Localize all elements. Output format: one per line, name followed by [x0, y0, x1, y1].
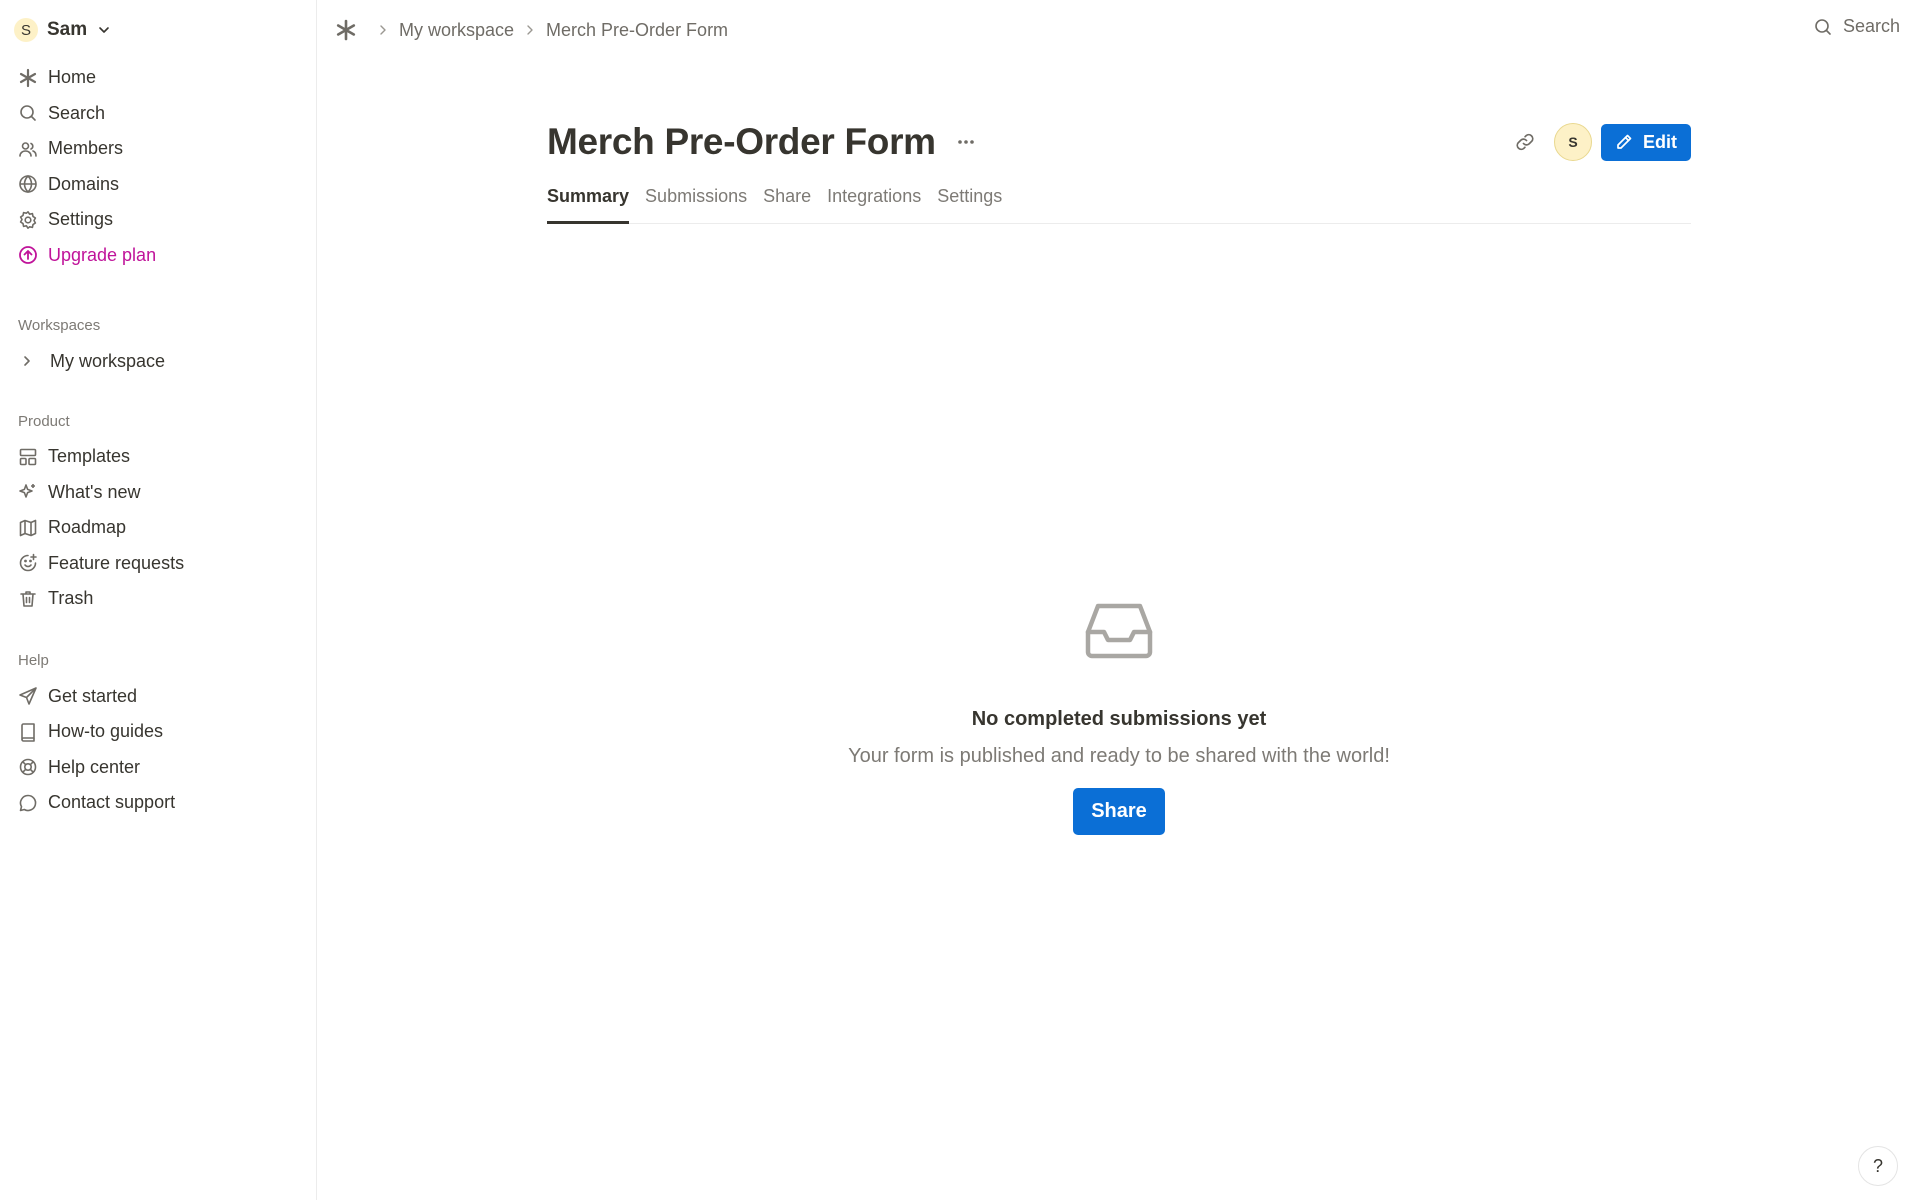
sidebar-item-whats-new[interactable]: What's new	[0, 475, 316, 511]
search-icon	[1815, 18, 1831, 35]
page-content: Merch Pre-Order Form S Edit Summary Subm…	[547, 118, 1691, 224]
book-icon	[18, 722, 38, 742]
sidebar-item-how-to-guides[interactable]: How-to guides	[0, 714, 316, 750]
sidebar-item-contact-support[interactable]: Contact support	[0, 785, 316, 821]
sidebar-item-label: What's new	[48, 481, 141, 502]
search-icon	[18, 103, 38, 123]
sparkle-icon	[18, 482, 38, 502]
tab-bar: Summary Submissions Share Integrations S…	[547, 173, 1691, 224]
sidebar-item-label: Search	[48, 102, 106, 123]
sidebar-item-label: Contact support	[48, 792, 176, 813]
title-row: Merch Pre-Order Form S Edit	[547, 118, 1691, 166]
sidebar-item-label: Get started	[48, 685, 138, 706]
section-label-help: Help	[18, 652, 49, 669]
sidebar-item-search[interactable]: Search	[0, 96, 316, 132]
gear-icon	[18, 210, 38, 230]
sidebar-item-label: Feature requests	[48, 552, 185, 573]
chevron-down-icon	[99, 27, 109, 33]
main-area: My workspace Merch Pre-Order Form Search…	[317, 0, 1920, 1200]
account-avatar: S	[14, 18, 38, 42]
logo-asterisk-icon[interactable]	[335, 19, 357, 41]
inbox-icon	[1085, 603, 1153, 659]
smile-plus-icon	[18, 553, 38, 573]
top-search-label: Search	[1842, 16, 1900, 36]
chat-bubble-icon	[18, 793, 38, 813]
sidebar-item-my-workspace[interactable]: My workspace	[0, 343, 316, 379]
layout-icon	[18, 447, 38, 467]
arrow-up-circle-icon	[18, 245, 38, 265]
tab-settings[interactable]: Settings	[937, 186, 1002, 224]
sidebar-item-label: My workspace	[50, 350, 166, 371]
tab-integrations[interactable]: Integrations	[827, 186, 921, 224]
sidebar-item-feature-requests[interactable]: Feature requests	[0, 546, 316, 582]
sidebar-item-upgrade-plan[interactable]: Upgrade plan	[0, 238, 316, 274]
map-icon	[18, 518, 38, 538]
sidebar-item-get-started[interactable]: Get started	[0, 679, 316, 715]
breadcrumb-workspace[interactable]: My workspace	[399, 20, 514, 41]
sidebar-item-trash[interactable]: Trash	[0, 581, 316, 617]
sidebar-item-label: Help center	[48, 756, 141, 777]
chevron-right-icon	[527, 25, 533, 35]
sidebar: S Sam Home Search Members Domains Settin…	[0, 0, 317, 1200]
sidebar-item-label: Home	[48, 67, 97, 88]
empty-state: No completed submissions yet Your form i…	[547, 600, 1691, 835]
globe-icon	[18, 174, 38, 194]
sidebar-item-label: Templates	[48, 446, 131, 467]
trash-icon	[18, 589, 38, 609]
account-switcher[interactable]: S Sam	[0, 14, 316, 46]
pencil-icon	[1617, 134, 1632, 149]
link-icon	[1516, 133, 1534, 151]
sidebar-item-label: How-to guides	[48, 721, 164, 742]
title-actions: S Edit	[1508, 123, 1691, 161]
more-options-button[interactable]	[952, 128, 980, 156]
chevron-right-icon	[24, 356, 30, 366]
edit-button[interactable]: Edit	[1601, 123, 1691, 161]
sidebar-item-label: Domains	[48, 173, 120, 194]
breadcrumb-form[interactable]: Merch Pre-Order Form	[546, 20, 728, 41]
sidebar-item-settings[interactable]: Settings	[0, 202, 316, 238]
copy-link-button[interactable]	[1508, 125, 1542, 159]
topbar: My workspace Merch Pre-Order Form Search	[317, 0, 1920, 60]
more-horizontal-icon	[957, 140, 974, 144]
chevron-right-icon	[380, 25, 386, 35]
asterisk-icon	[18, 68, 38, 88]
tab-summary[interactable]: Summary	[547, 186, 630, 224]
lifebuoy-icon	[18, 757, 38, 777]
section-label-workspaces: Workspaces	[18, 316, 101, 334]
sidebar-item-label: Trash	[48, 588, 94, 609]
sidebar-item-roadmap[interactable]: Roadmap	[0, 510, 316, 546]
sidebar-item-members[interactable]: Members	[0, 131, 316, 167]
sidebar-item-help-center[interactable]: Help center	[0, 750, 316, 786]
send-icon	[18, 686, 38, 706]
share-button[interactable]: Share	[1073, 788, 1165, 835]
sidebar-item-label: Settings	[48, 209, 114, 230]
section-label-product: Product	[18, 412, 70, 430]
top-search-button[interactable]: Search	[1813, 16, 1900, 37]
sidebar-item-label: Roadmap	[48, 517, 127, 538]
sidebar-item-label: Upgrade plan	[48, 244, 157, 265]
empty-state-subtitle: Your form is published and ready to be s…	[848, 745, 1390, 767]
user-avatar[interactable]: S	[1554, 123, 1592, 161]
sidebar-item-domains[interactable]: Domains	[0, 167, 316, 203]
empty-state-title: No completed submissions yet	[971, 708, 1267, 730]
account-name: Sam	[47, 19, 88, 40]
tab-share[interactable]: Share	[763, 186, 811, 224]
app-root: S Sam Home Search Members Domains Settin…	[0, 0, 1920, 1200]
page-title: Merch Pre-Order Form	[547, 121, 936, 162]
sidebar-item-templates[interactable]: Templates	[0, 439, 316, 475]
help-button[interactable]: ?	[1858, 1146, 1898, 1186]
edit-button-label: Edit	[1643, 131, 1677, 152]
tab-submissions[interactable]: Submissions	[645, 186, 747, 224]
sidebar-item-label: Members	[48, 138, 124, 159]
users-icon	[18, 139, 38, 159]
sidebar-item-home[interactable]: Home	[0, 60, 316, 96]
